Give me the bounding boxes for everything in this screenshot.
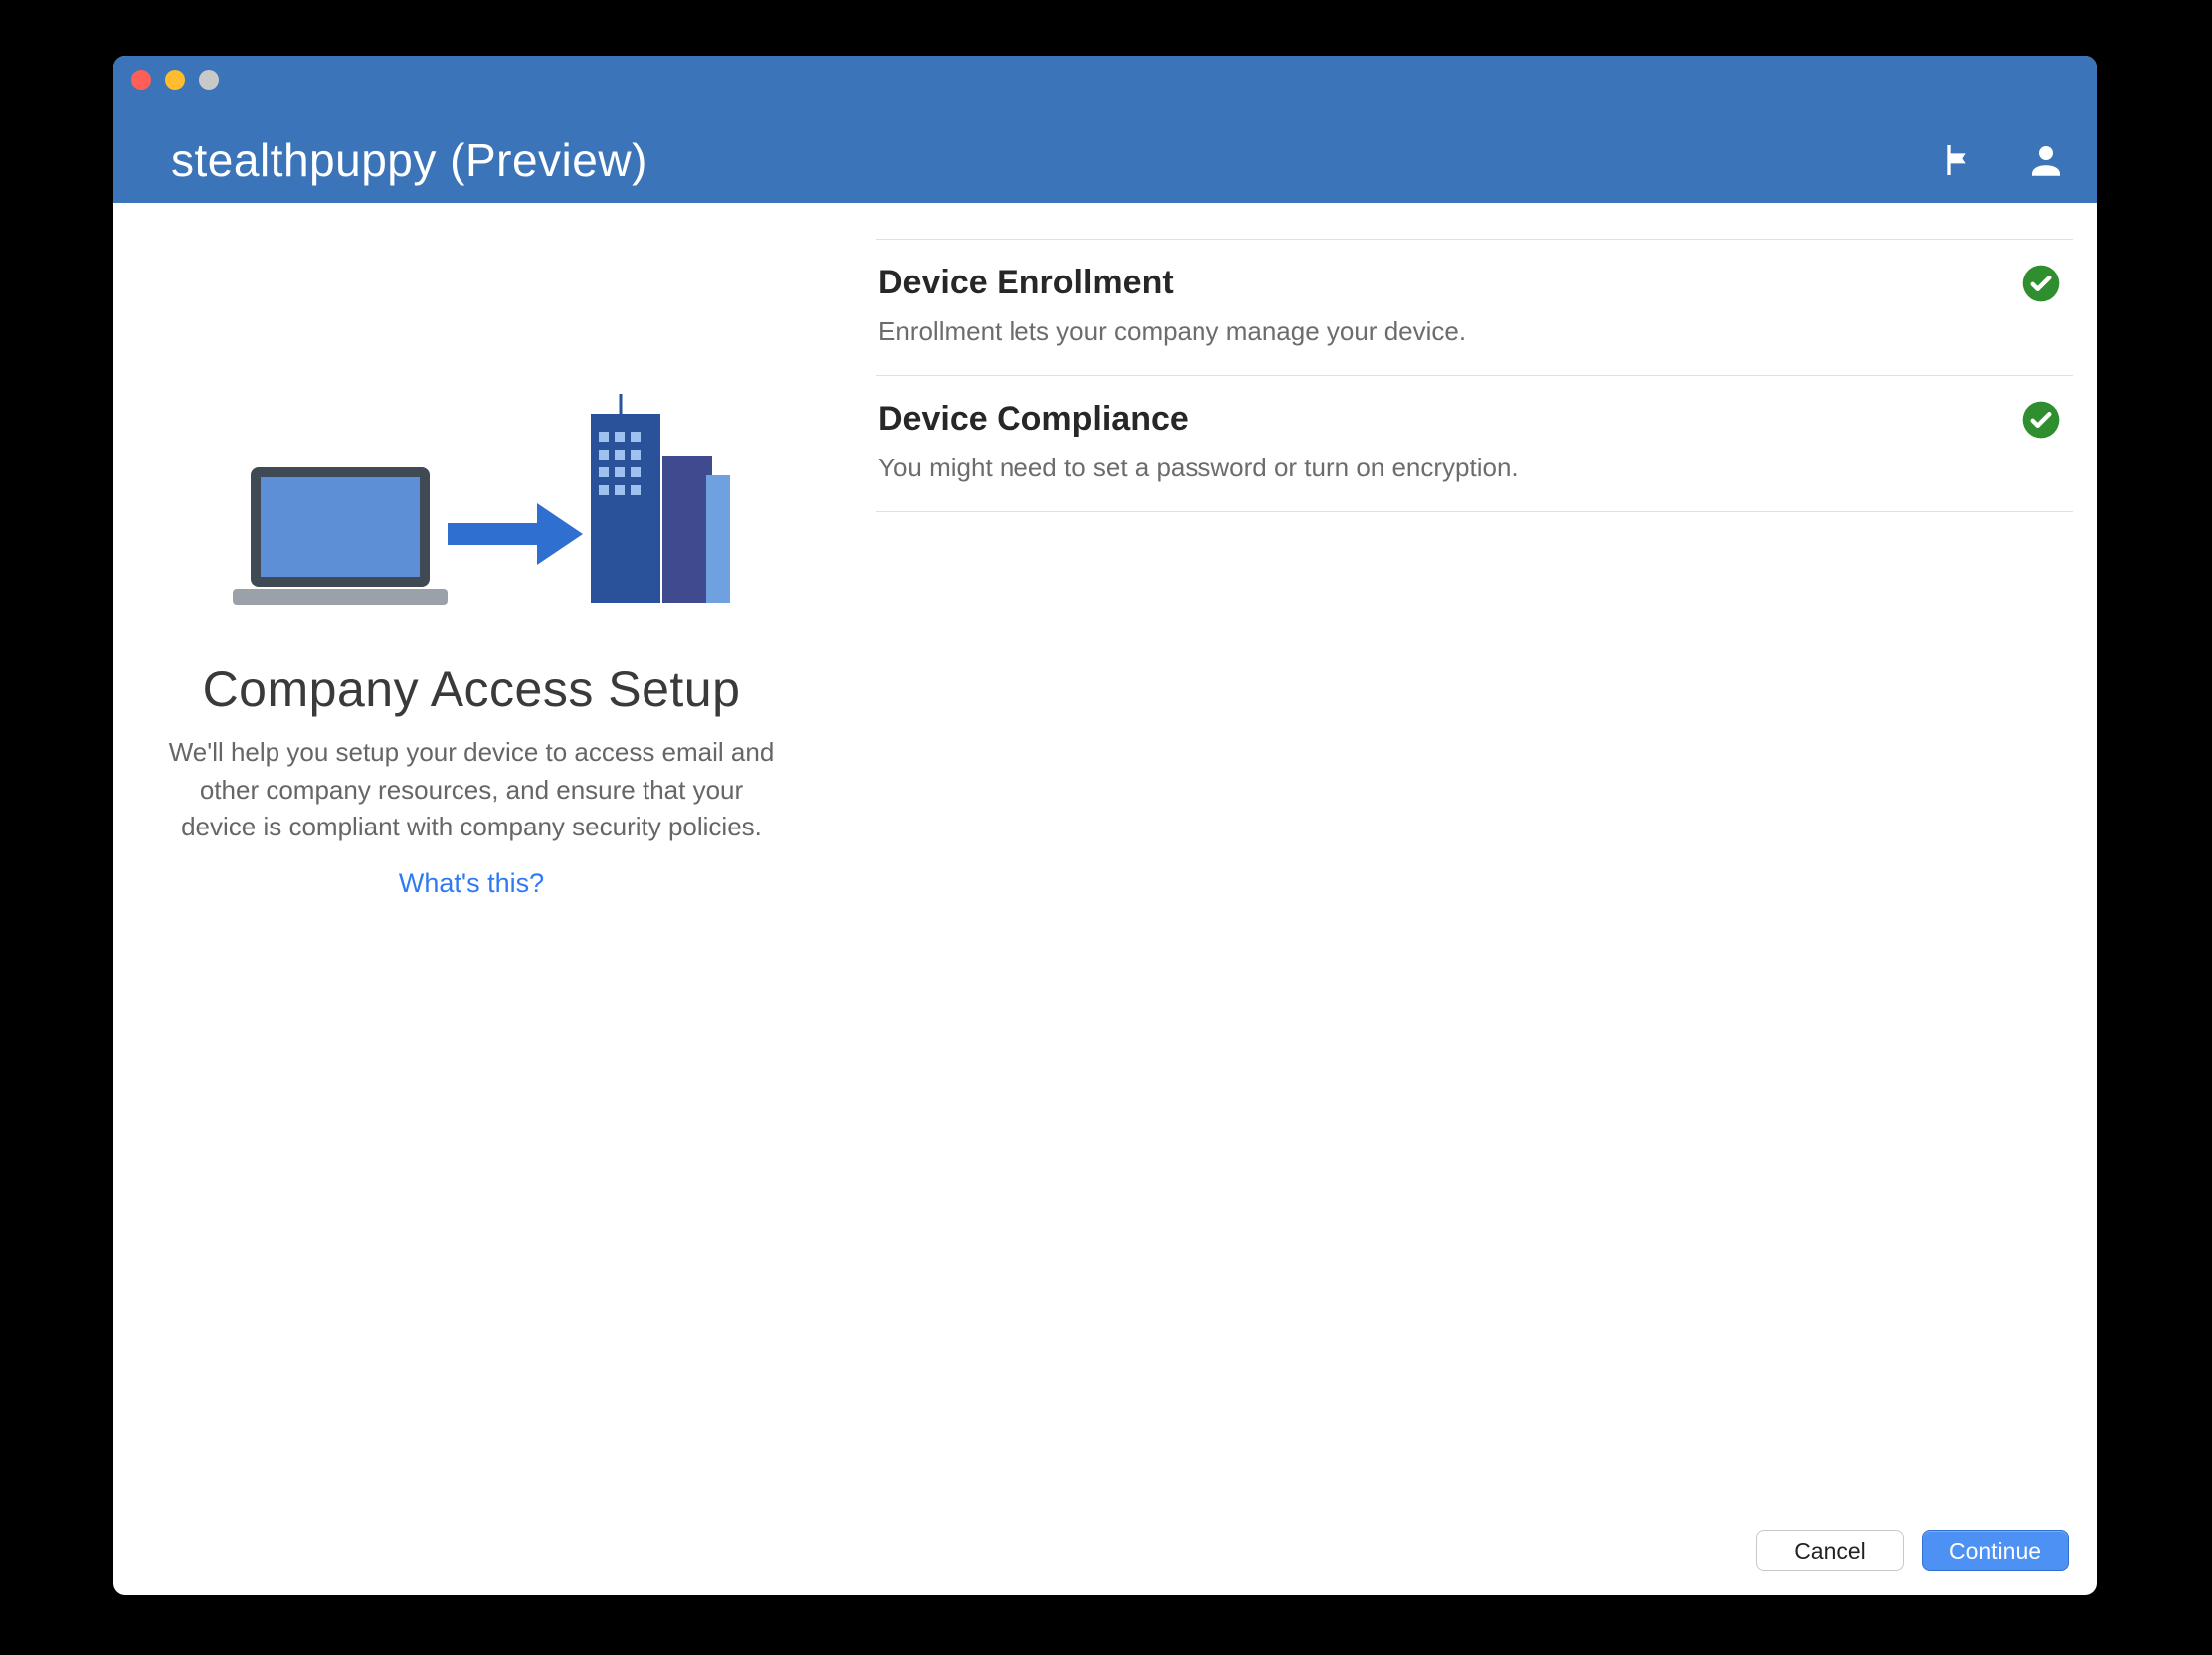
- app-window: stealthpuppy (Preview): [113, 56, 2097, 1595]
- user-icon[interactable]: [2025, 139, 2067, 181]
- header-actions: [1939, 139, 2067, 187]
- header-title: stealthpuppy (Preview): [171, 133, 647, 187]
- cancel-button[interactable]: Cancel: [1756, 1530, 1904, 1571]
- header-bar: stealthpuppy (Preview): [113, 56, 2097, 203]
- step-title: Device Enrollment: [878, 264, 1466, 302]
- whats-this-link[interactable]: What's this?: [399, 868, 544, 899]
- step-device-compliance[interactable]: Device Compliance You might need to set …: [876, 375, 2073, 512]
- left-sidebar: Company Access Setup We'll help you setu…: [113, 203, 830, 1595]
- status-ok-icon: [2021, 400, 2061, 440]
- window-zoom-button[interactable]: [199, 70, 219, 90]
- window-controls: [131, 70, 219, 90]
- window-minimize-button[interactable]: [165, 70, 185, 90]
- status-ok-icon: [2021, 264, 2061, 303]
- steps-panel: Device Enrollment Enrollment lets your c…: [830, 203, 2097, 1595]
- setup-illustration-icon: [213, 384, 730, 643]
- step-subtitle: You might need to set a password or turn…: [878, 453, 1519, 483]
- footer-buttons: Cancel Continue: [1756, 1530, 2069, 1571]
- flag-icon[interactable]: [1939, 140, 1979, 180]
- step-title: Device Compliance: [878, 400, 1519, 439]
- window-close-button[interactable]: [131, 70, 151, 90]
- setup-heading: Company Access Setup: [203, 660, 741, 718]
- step-device-enrollment[interactable]: Device Enrollment Enrollment lets your c…: [876, 239, 2073, 375]
- step-subtitle: Enrollment lets your company manage your…: [878, 316, 1466, 347]
- continue-button[interactable]: Continue: [1922, 1530, 2069, 1571]
- setup-description: We'll help you setup your device to acce…: [163, 734, 780, 846]
